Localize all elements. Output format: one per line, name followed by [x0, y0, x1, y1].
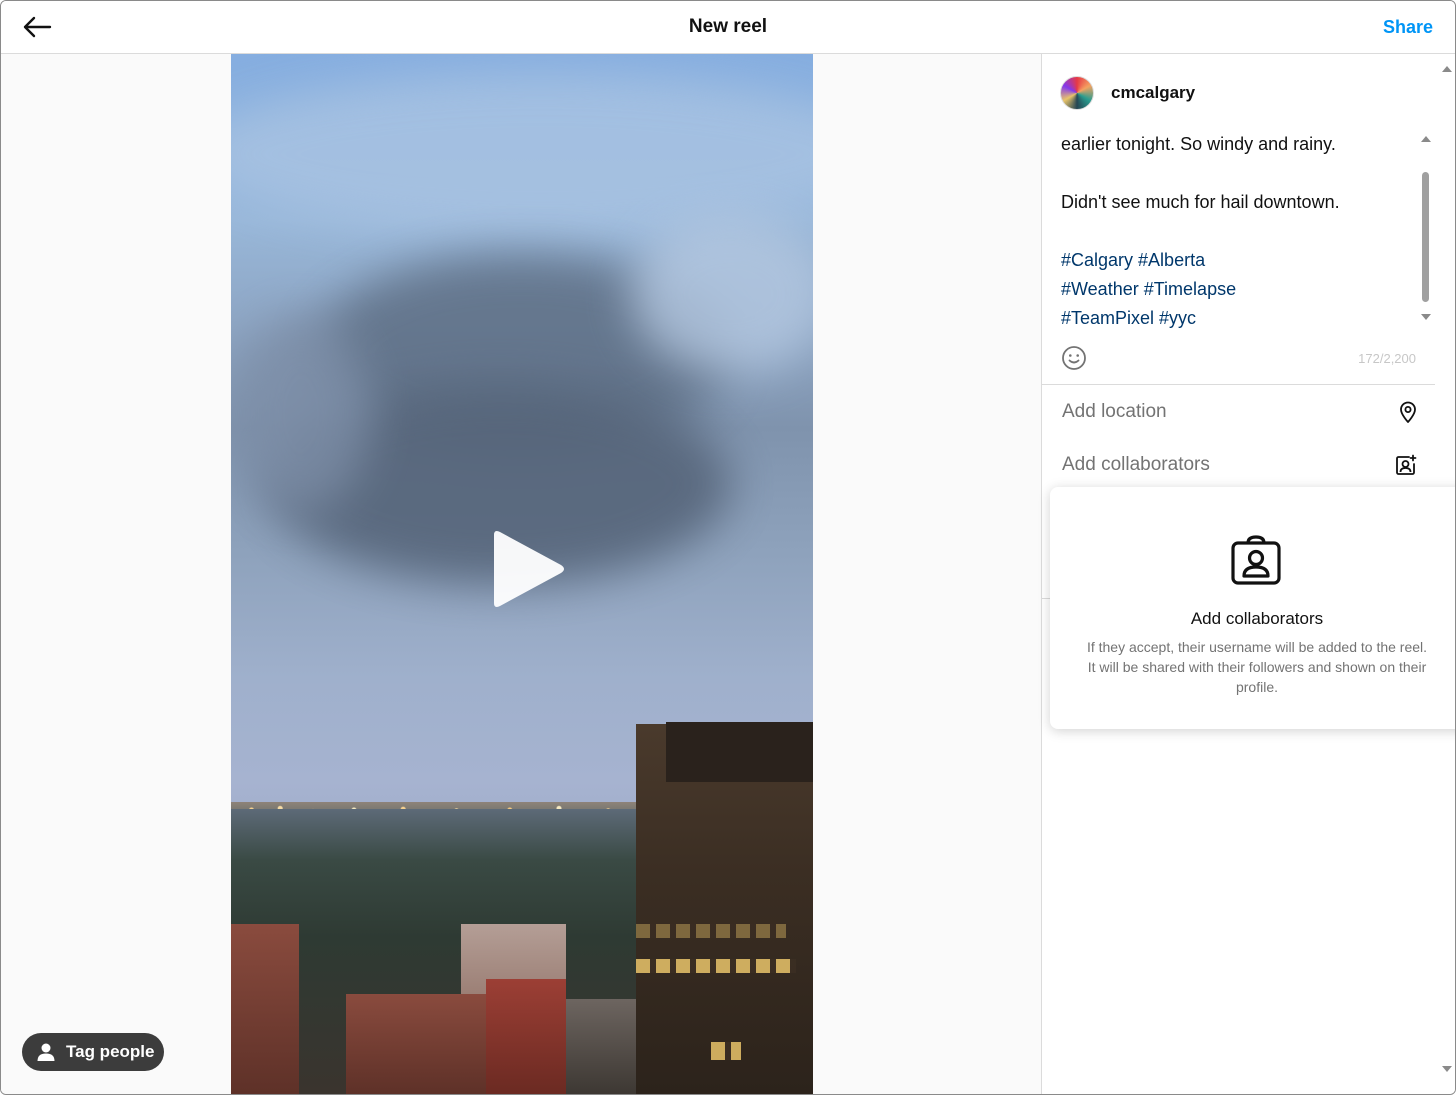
popover-description: If they accept, their username will be a…: [1086, 639, 1428, 695]
caption-textarea[interactable]: earlier tonight. So windy and rainy. Did…: [1061, 130, 1416, 333]
caption-scrollbar[interactable]: [1420, 134, 1432, 324]
office-tower-top: [666, 722, 813, 782]
play-icon[interactable]: [488, 529, 568, 609]
hashtag-line[interactable]: #Calgary #Alberta: [1061, 250, 1205, 270]
share-button[interactable]: Share: [1383, 17, 1433, 38]
user-row: cmcalgary: [1060, 76, 1195, 110]
hashtag-line[interactable]: #Weather #Timelapse: [1061, 279, 1236, 299]
caption-line: Didn't see much for hail downtown.: [1061, 192, 1340, 212]
avatar: [1060, 76, 1094, 110]
add-location-label: Add location: [1062, 401, 1167, 422]
lit-windows: [636, 959, 796, 973]
add-collaborators-popover: Add collaborators If they accept, their …: [1050, 487, 1455, 729]
tag-people-button[interactable]: Tag people: [22, 1033, 164, 1071]
collaborator-badge-icon: [1231, 535, 1281, 585]
building: [486, 979, 566, 1094]
smiley-icon[interactable]: [1061, 345, 1087, 371]
building: [346, 994, 486, 1094]
tag-people-label: Tag people: [66, 1042, 155, 1061]
video-preview[interactable]: [231, 54, 813, 1094]
add-location-row[interactable]: Add location: [1062, 392, 1417, 432]
building: [566, 999, 636, 1094]
caption-scroll-thumb[interactable]: [1422, 172, 1429, 302]
scroll-up-icon[interactable]: [1420, 134, 1432, 144]
character-count: 172/2,200: [1358, 351, 1416, 366]
building: [231, 924, 299, 1094]
divider: [1042, 384, 1435, 385]
username: cmcalgary: [1111, 83, 1196, 102]
cloud-shape: [231, 314, 371, 514]
caption-line: earlier tonight. So windy and rainy.: [1061, 134, 1336, 154]
new-reel-window: New reel Share Tag people cmcalgary earl…: [0, 0, 1456, 1095]
lit-windows: [636, 924, 786, 938]
scroll-down-icon[interactable]: [1441, 1064, 1453, 1074]
scroll-up-icon[interactable]: [1441, 64, 1453, 74]
header: New reel Share: [1, 1, 1455, 54]
cloud-shape: [231, 74, 813, 234]
lit-windows: [711, 1042, 741, 1060]
person-add-icon: [1396, 454, 1417, 475]
person-icon: [36, 1042, 56, 1062]
hashtag-line[interactable]: #TeamPixel #yyc: [1061, 308, 1196, 328]
media-preview-area: Tag people: [1, 54, 1042, 1094]
popover-title: Add collaborators: [1190, 609, 1324, 628]
map-pin-icon: [1400, 401, 1416, 423]
add-collaborators-label: Add collaborators: [1062, 454, 1210, 475]
page-title: New reel: [688, 16, 768, 37]
add-collaborators-row[interactable]: Add collaborators: [1062, 445, 1417, 485]
scroll-down-icon[interactable]: [1420, 312, 1432, 322]
